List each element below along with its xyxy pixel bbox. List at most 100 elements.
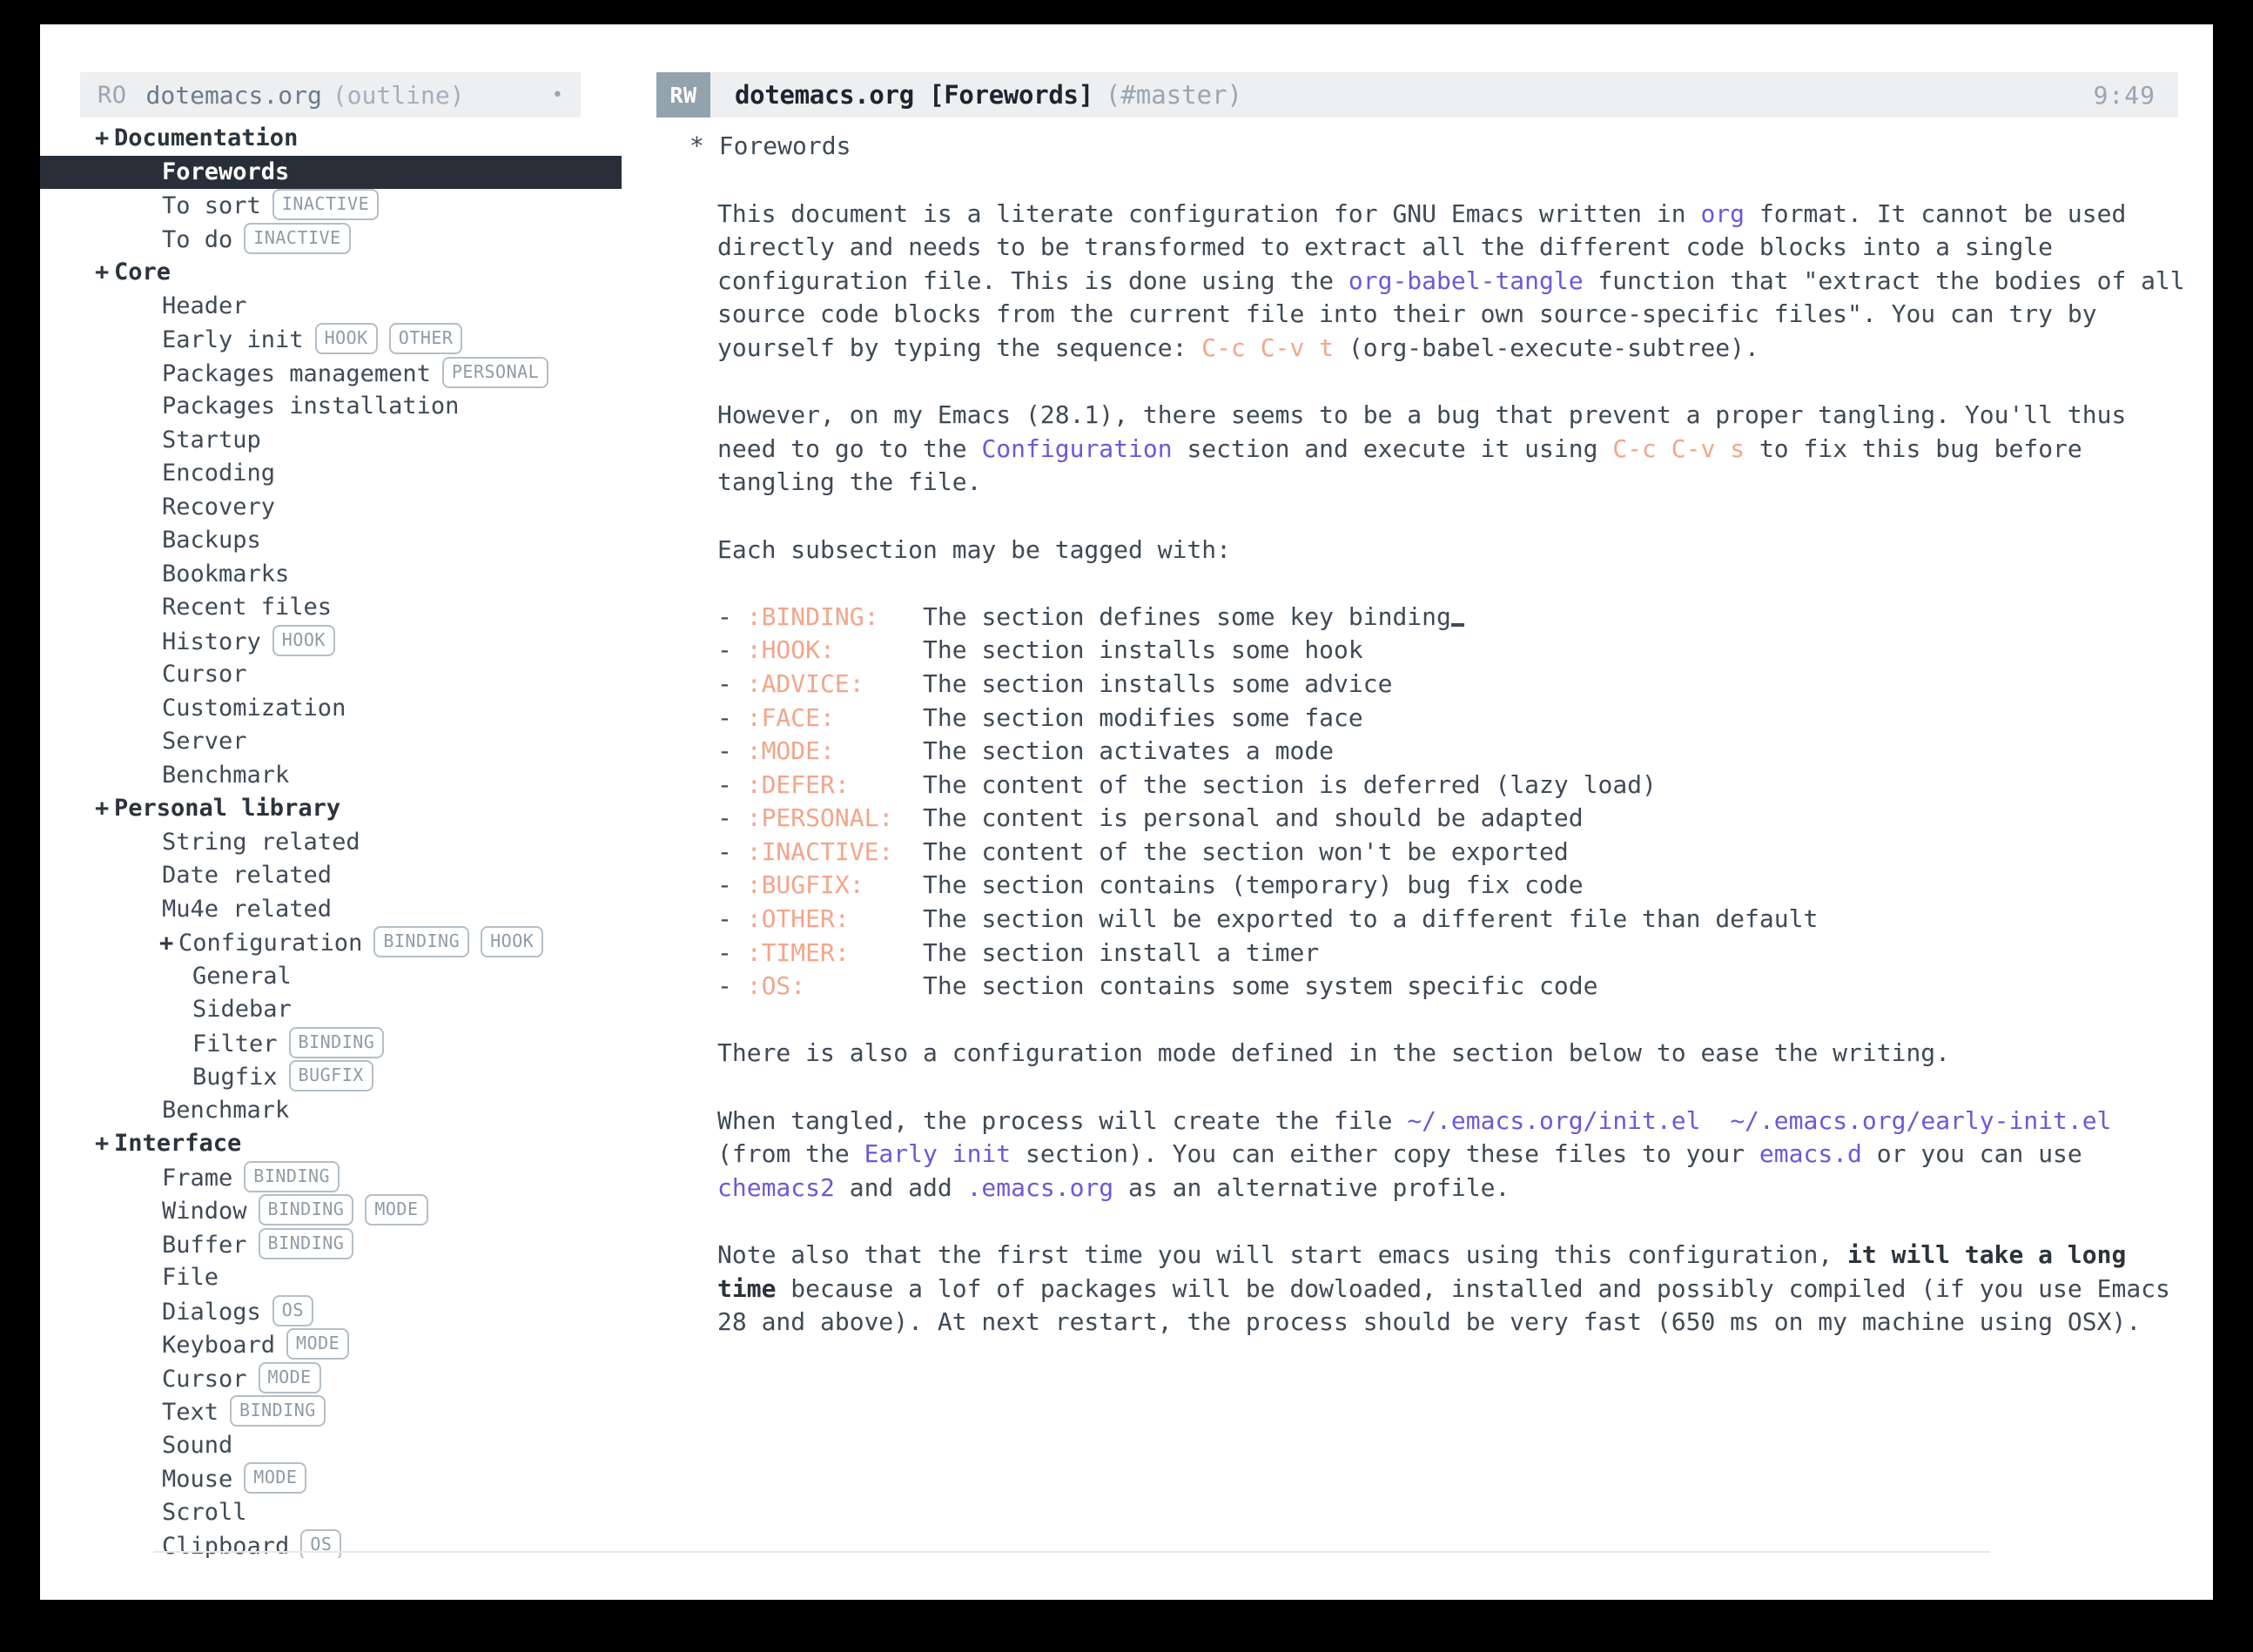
outline-item-bookmarks[interactable]: Bookmarks <box>40 558 622 592</box>
outline-item-bugfix[interactable]: Bugfix BUGFIX <box>40 1060 622 1094</box>
link-org-babel-tangle[interactable]: org-babel-tangle <box>1348 266 1584 295</box>
tag-keyword: :INACTIVE: <box>746 836 894 866</box>
tag-badge-binding: BINDING <box>258 1194 354 1226</box>
outline-sidebar: RO dotemacs.org (outline) • + Documentati… <box>40 24 622 1600</box>
outline-item-configuration[interactable]: + Configuration BINDING HOOK <box>40 926 622 960</box>
tag-badge-inactive: INACTIVE <box>272 189 380 220</box>
paragraph-first-start: Note also that the first time you will s… <box>622 1239 2197 1340</box>
link-init-el[interactable]: ~/.emacs.org/init.el <box>1407 1106 1700 1135</box>
tag-description: The section contains (temporary) bug fix… <box>864 870 1584 900</box>
text-run: and add <box>834 1172 967 1202</box>
list-bullet: - <box>717 702 747 732</box>
outline-item-file[interactable]: File <box>40 1261 622 1295</box>
outline-item-startup[interactable]: Startup <box>40 424 622 458</box>
outline-item-forewords[interactable]: Forewords <box>40 155 622 189</box>
tag-legend-row: - :FACE: The section modifies some face <box>717 702 2189 735</box>
sidebar-readonly-flag: RO <box>98 81 127 109</box>
readwrite-badge: RW <box>656 72 710 118</box>
text-run: or you can use <box>1861 1139 2097 1169</box>
outline-item-label: Interface <box>114 1130 242 1157</box>
outline-item-cursor[interactable]: Cursor <box>40 658 622 692</box>
outline-item-dialogs[interactable]: Dialogs OS <box>40 1294 622 1329</box>
outline-item-buffer[interactable]: Buffer BINDING <box>40 1227 622 1262</box>
outline-item-label: File <box>162 1264 219 1291</box>
document-pane: RW dotemacs.org [Forewords] (#master) 9:… <box>622 24 2213 1600</box>
outline-item-early-init[interactable]: Early init HOOK OTHER <box>40 323 622 357</box>
outline-item-packages-installation[interactable]: Packages installation <box>40 390 622 424</box>
expand-collapse-icon[interactable]: + <box>95 1127 114 1161</box>
outline-item-interface[interactable]: + Interface <box>40 1127 622 1161</box>
list-bullet: - <box>717 971 747 1001</box>
tag-badge-binding: BINDING <box>288 1026 385 1058</box>
outline-item-clipboard[interactable]: Clipboard OS <box>40 1529 622 1558</box>
link-configuration[interactable]: Configuration <box>981 434 1172 463</box>
outline-item-string-related[interactable]: String related <box>40 826 622 860</box>
outline-item-label: Server <box>162 728 247 755</box>
tag-badge-binding: BINDING <box>244 1160 340 1192</box>
tag-badge-mode: MODE <box>365 1194 428 1226</box>
outline-item-label: Sound <box>162 1431 233 1459</box>
outline-item-sound[interactable]: Sound <box>40 1429 622 1463</box>
outline-item-to-do[interactable]: To do INACTIVE <box>40 222 622 257</box>
outline-item-benchmark[interactable]: Benchmark <box>40 759 622 793</box>
outline-item-history[interactable]: History HOOK <box>40 624 622 659</box>
outline-item-backups[interactable]: Backups <box>40 524 622 558</box>
list-bullet: - <box>717 803 747 833</box>
tag-keyword: :PERSONAL: <box>746 803 894 833</box>
outline-tree[interactable]: + Documentation Forewords To sort INACTIVE To… <box>40 122 622 1558</box>
outline-item-packages-management[interactable]: Packages management PERSONAL <box>40 356 622 391</box>
link-early-init-section[interactable]: Early init <box>864 1139 1012 1168</box>
outline-item-scroll[interactable]: Scroll <box>40 1496 622 1530</box>
outline-item-personal-library[interactable]: + Personal library <box>40 792 622 826</box>
outline-item-customization[interactable]: Customization <box>40 692 622 726</box>
outline-item-documentation[interactable]: + Documentation <box>40 122 622 156</box>
main-header-line: RW dotemacs.org [Forewords] (#master) 9:… <box>656 72 2178 118</box>
tag-keyword: :FACE: <box>746 702 835 732</box>
outline-item-mouse[interactable]: Mouse MODE <box>40 1462 622 1496</box>
outline-item-recent-files[interactable]: Recent files <box>40 591 622 625</box>
outline-item-server[interactable]: Server <box>40 725 622 759</box>
tag-description: The section installs some hook <box>834 635 1363 665</box>
outline-item-window[interactable]: Window BINDING MODE <box>40 1194 622 1228</box>
outline-item-label: Filter <box>192 1030 278 1058</box>
outline-item-encoding[interactable]: Encoding <box>40 457 622 491</box>
link-emacs-d[interactable]: emacs.d <box>1759 1139 1862 1168</box>
expand-collapse-icon[interactable]: + <box>159 927 178 961</box>
link-emacs-org-profile[interactable]: .emacs.org <box>967 1173 1114 1202</box>
outline-item-text[interactable]: Text BINDING <box>40 1395 622 1429</box>
link-early-init-el[interactable]: ~/.emacs.org/early-init.el <box>1730 1106 2111 1135</box>
expand-collapse-icon[interactable]: + <box>95 122 114 156</box>
tag-badge-bugfix: BUGFIX <box>288 1060 373 1091</box>
outline-item-sidebar[interactable]: Sidebar <box>40 993 622 1027</box>
tag-description: The section defines some key binding <box>878 601 1451 631</box>
text-run: section). You can either copy these file… <box>1011 1139 1759 1169</box>
outline-item-label: Backups <box>162 527 261 554</box>
outline-item-general[interactable]: General <box>40 960 622 994</box>
outline-item-core[interactable]: + Core <box>40 256 622 290</box>
outline-item-filter[interactable]: Filter BINDING <box>40 1026 622 1061</box>
outline-item-frame[interactable]: Frame BINDING <box>40 1160 622 1195</box>
outline-item-cursor[interactable]: Cursor MODE <box>40 1361 622 1396</box>
outline-item-date-related[interactable]: Date related <box>40 859 622 893</box>
outline-item-to-sort[interactable]: To sort INACTIVE <box>40 189 622 223</box>
tag-description: The section contains some system specifi… <box>805 971 1598 1001</box>
tag-description: The section activates a mode <box>834 736 1335 766</box>
outline-item-label: History <box>162 628 261 655</box>
list-bullet: - <box>717 635 747 665</box>
text-run <box>1700 1106 1730 1135</box>
outline-item-mu4e-related[interactable]: Mu4e related <box>40 893 622 927</box>
outline-item-benchmark[interactable]: Benchmark <box>40 1094 622 1128</box>
link-org[interactable]: org <box>1700 199 1745 228</box>
link-chemacs2[interactable]: chemacs2 <box>717 1173 835 1202</box>
outline-item-keyboard[interactable]: Keyboard MODE <box>40 1328 622 1362</box>
outline-item-header[interactable]: Header <box>40 290 622 324</box>
outline-item-label: Date related <box>162 862 333 889</box>
paragraph-intro: This document is a literate configuratio… <box>622 198 2197 366</box>
expand-collapse-icon[interactable]: + <box>95 256 114 290</box>
expand-collapse-icon[interactable]: + <box>95 792 114 826</box>
outline-item-recovery[interactable]: Recovery <box>40 491 622 525</box>
tag-keyword: :MODE: <box>746 736 835 766</box>
document-body[interactable]: * Forewords This document is a literate … <box>622 129 2189 1340</box>
outline-item-label: Buffer <box>162 1231 247 1259</box>
